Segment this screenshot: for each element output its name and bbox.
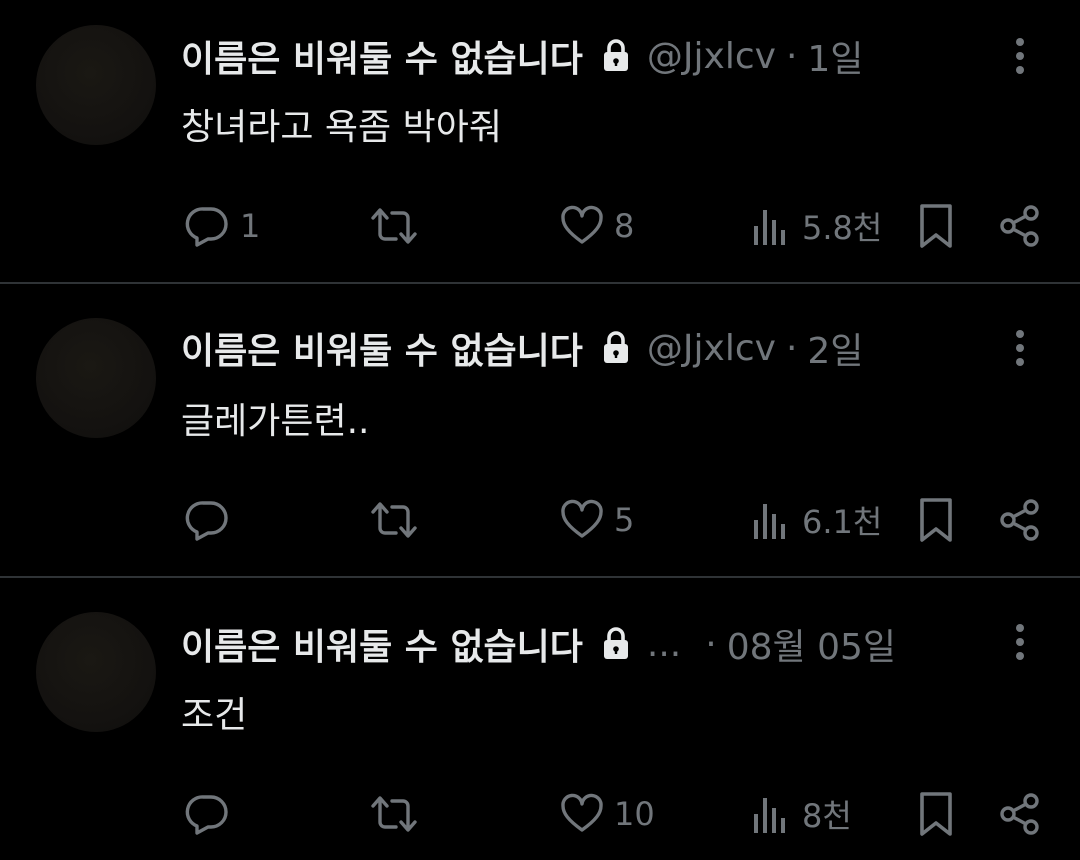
retweet-button[interactable]: [369, 790, 419, 838]
retweet-icon: [369, 498, 419, 542]
display-name[interactable]: 이름은 비워둘 수 없습니다: [181, 30, 583, 82]
bookmark-button[interactable]: [918, 496, 954, 544]
reply-icon: [184, 498, 230, 542]
reply-button[interactable]: [184, 790, 240, 838]
share-icon: [998, 204, 1042, 248]
lock-icon: [601, 626, 631, 662]
like-button[interactable]: 5: [560, 496, 634, 544]
handle[interactable]: @Jjxlcv: [647, 36, 776, 77]
lock-icon: [601, 330, 631, 366]
view-count: 8천: [802, 797, 852, 835]
like-count: 10: [614, 795, 655, 833]
reply-button[interactable]: 1: [184, 202, 260, 250]
like-count: 8: [614, 207, 635, 245]
display-name[interactable]: 이름은 비워둘 수 없습니다: [181, 618, 583, 670]
retweet-button[interactable]: [369, 202, 419, 250]
retweet-icon: [369, 792, 419, 836]
bookmark-icon: [918, 496, 954, 544]
reply-count: 1: [240, 207, 261, 245]
views-button[interactable]: 6.1천: [752, 496, 882, 544]
handle[interactable]: ...: [647, 624, 681, 665]
like-count: 5: [614, 501, 635, 539]
reply-button[interactable]: [184, 496, 240, 544]
like-button[interactable]: 8: [560, 202, 634, 250]
share-button[interactable]: [998, 790, 1042, 838]
more-vertical-icon[interactable]: [1008, 620, 1032, 664]
separator-dot: ·: [785, 327, 798, 369]
view-count: 5.8천: [802, 209, 883, 247]
tweet-header: 이름은 비워둘 수 없습니다 @Jjxlcv · 2일: [181, 320, 863, 376]
share-button[interactable]: [998, 496, 1042, 544]
share-button[interactable]: [998, 202, 1042, 250]
tweet[interactable]: 이름은 비워둘 수 없습니다 @Jjxlcv · 2일 글레가튼련.. 5 6.…: [0, 284, 1080, 576]
heart-icon: [560, 792, 604, 836]
avatar[interactable]: [36, 25, 156, 145]
heart-icon: [560, 204, 604, 248]
reply-icon: [184, 204, 230, 248]
display-name[interactable]: 이름은 비워둘 수 없습니다: [181, 322, 583, 374]
share-icon: [998, 792, 1042, 836]
separator-dot: ·: [705, 623, 717, 665]
tweet-header: 이름은 비워둘 수 없습니다 @Jjxlcv · 1일: [181, 28, 863, 84]
tweet[interactable]: 이름은 비워둘 수 없습니다 @Jjxlcv · 1일 창녀라고 욕좀 박아줘 …: [0, 0, 1080, 282]
reply-icon: [184, 792, 230, 836]
views-icon: [752, 792, 792, 836]
tweet-header: 이름은 비워둘 수 없습니다 ... · 08월 05일: [181, 616, 896, 672]
views-button[interactable]: 8천: [752, 790, 852, 838]
tweet-text: 조건: [181, 695, 248, 736]
bookmark-button[interactable]: [918, 202, 954, 250]
views-button[interactable]: 5.8천: [752, 202, 882, 250]
more-vertical-icon[interactable]: [1008, 34, 1032, 78]
like-button[interactable]: 10: [560, 790, 655, 838]
timestamp[interactable]: 08월 05일: [727, 618, 896, 670]
retweet-icon: [369, 204, 419, 248]
heart-icon: [560, 498, 604, 542]
tweet-text: 창녀라고 욕좀 박아줘: [181, 107, 502, 148]
avatar[interactable]: [36, 612, 156, 732]
bookmark-icon: [918, 790, 954, 838]
tweet[interactable]: 이름은 비워둘 수 없습니다 ... · 08월 05일 조건 10 8천: [0, 578, 1080, 860]
handle[interactable]: @Jjxlcv: [647, 328, 776, 369]
bookmark-button[interactable]: [918, 790, 954, 838]
separator-dot: ·: [785, 35, 798, 77]
timestamp[interactable]: 1일: [807, 30, 863, 82]
share-icon: [998, 498, 1042, 542]
retweet-button[interactable]: [369, 496, 419, 544]
avatar[interactable]: [36, 318, 156, 438]
bookmark-icon: [918, 202, 954, 250]
views-icon: [752, 204, 792, 248]
views-icon: [752, 498, 792, 542]
lock-icon: [601, 38, 631, 74]
more-vertical-icon[interactable]: [1008, 326, 1032, 370]
tweet-text: 글레가튼련..: [181, 401, 370, 442]
timestamp[interactable]: 2일: [807, 322, 863, 374]
view-count: 6.1천: [802, 503, 883, 541]
